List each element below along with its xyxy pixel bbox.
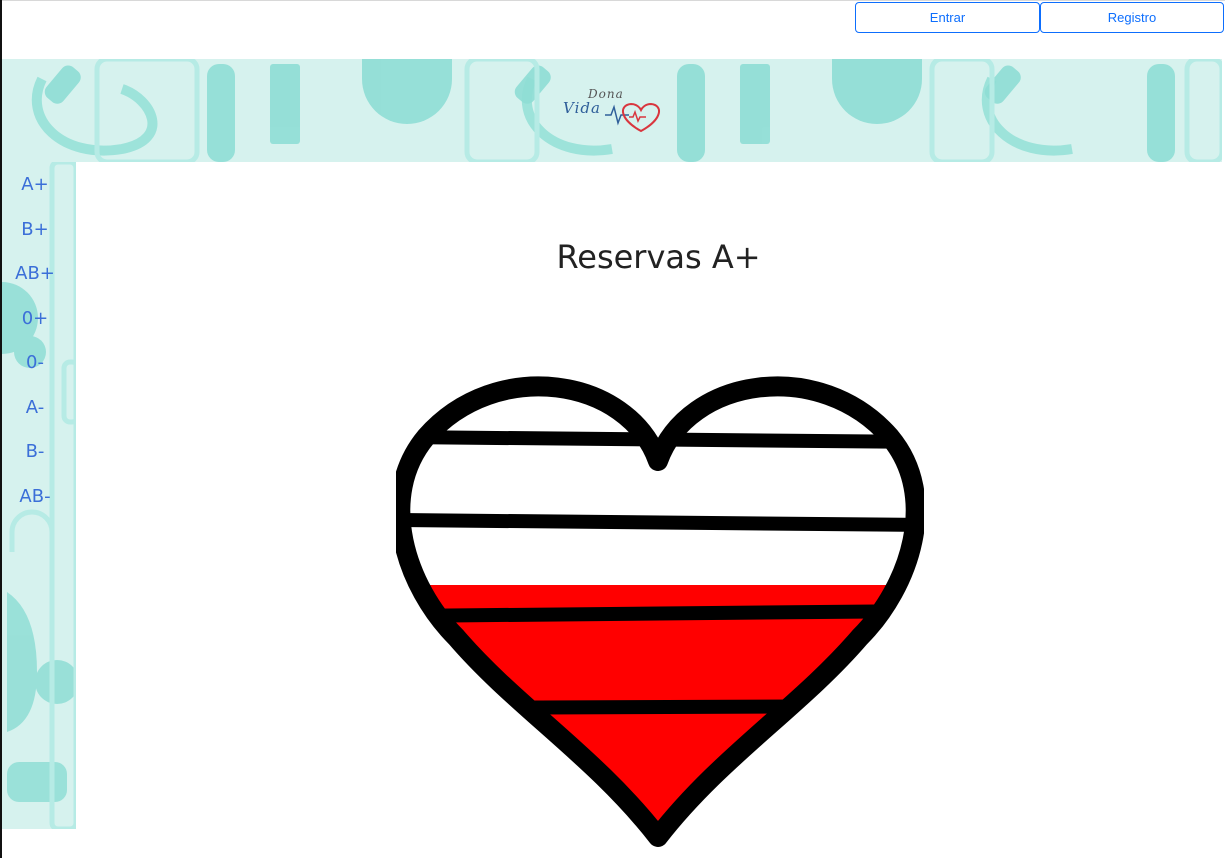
sidebar-item-ab-negative[interactable]: AB- [19,482,50,527]
sidebar-item-o-positive[interactable]: 0+ [22,304,49,349]
sidebar-item-a-positive[interactable]: A+ [21,170,48,215]
sidebar-item-ab-positive[interactable]: AB+ [15,259,55,304]
sidebar-item-o-negative[interactable]: 0- [26,348,44,393]
blood-type-sidebar: A+ B+ AB+ 0+ 0- A- B- AB- [2,162,76,829]
site-logo[interactable]: Dona Vida [557,83,662,141]
gauge-divider [400,604,916,623]
gauge-divider [400,699,916,715]
top-navbar: Entrar Registro [2,0,1225,59]
register-button[interactable]: Registro [1040,2,1224,33]
sidebar-item-b-positive[interactable]: B+ [21,215,48,260]
page-title: Reservas A+ [556,238,761,276]
header-banner: Dona Vida [2,59,1222,162]
login-button[interactable]: Entrar [855,2,1040,33]
gauge-divider [400,513,916,532]
reserve-fill [400,585,916,837]
blood-reserve-heart-gauge [396,376,924,847]
main-content: Reservas A+ [76,162,1222,858]
sidebar-item-b-negative[interactable]: B- [26,437,45,482]
blood-type-nav: A+ B+ AB+ 0+ 0- A- B- AB- [2,170,68,526]
heart-pulse-icon [605,102,660,133]
sidebar-item-a-negative[interactable]: A- [26,393,44,438]
